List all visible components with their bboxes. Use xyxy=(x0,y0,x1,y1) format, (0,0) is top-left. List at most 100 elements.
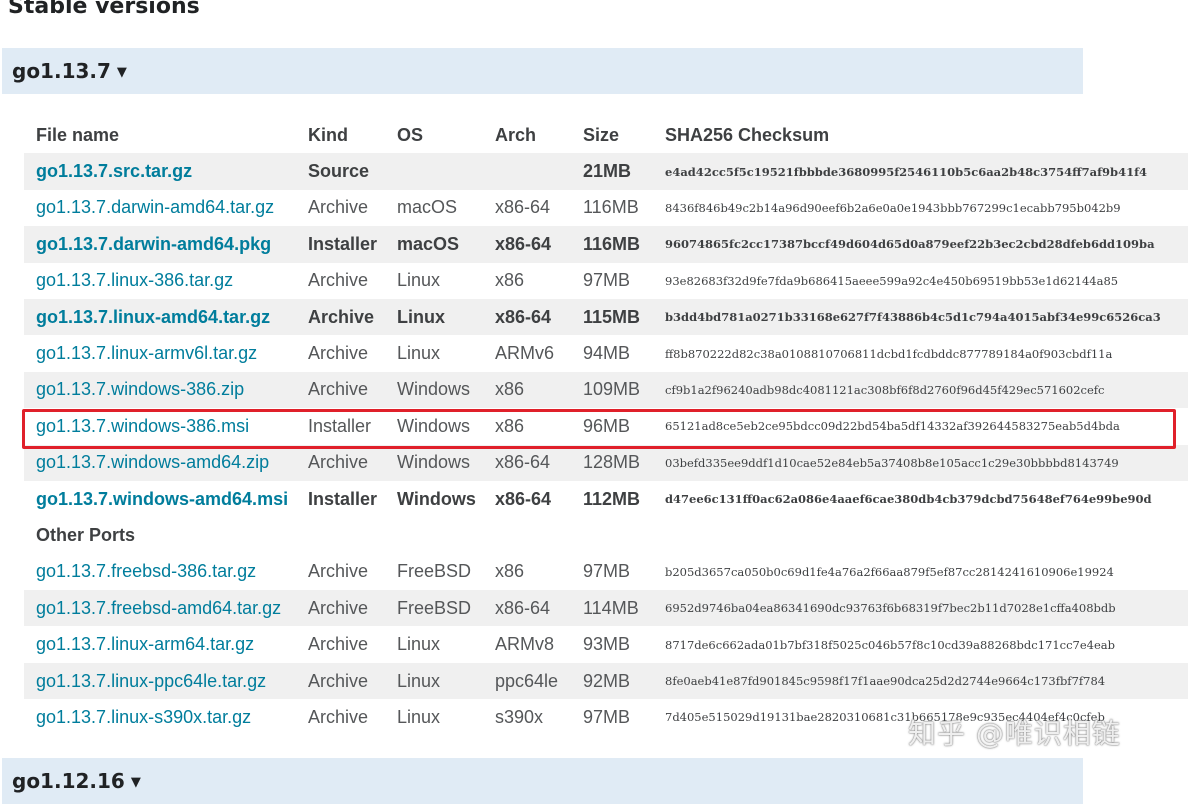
size-cell: 96MB xyxy=(583,415,631,436)
download-link[interactable]: go1.13.7.windows-386.msi xyxy=(36,416,249,436)
os-cell: Linux xyxy=(385,662,483,700)
os-cell: FreeBSD xyxy=(385,590,483,627)
os-cell: Linux xyxy=(397,343,441,364)
os-cell: macOS xyxy=(385,226,483,263)
download-link[interactable]: go1.13.7.linux-arm64.tar.gz xyxy=(36,634,254,654)
kind-cell: Archive xyxy=(296,662,385,700)
table-row: go1.13.7.windows-386.zip Archive Windows… xyxy=(24,371,1188,409)
version-header-go1-13-7[interactable]: go1.13.7 ▼ xyxy=(2,48,1083,94)
os-cell xyxy=(385,153,483,190)
os-cell: Windows xyxy=(385,371,483,409)
size-cell: 112MB xyxy=(583,488,641,509)
kind-cell: Archive xyxy=(308,561,369,582)
download-link[interactable]: go1.13.7.windows-amd64.zip xyxy=(36,452,269,472)
download-link[interactable]: go1.13.7.darwin-amd64.pkg xyxy=(36,234,271,254)
download-link[interactable]: go1.13.7.src.tar.gz xyxy=(36,161,192,181)
table-row: go1.13.7.linux-ppc64le.tar.gz Archive Li… xyxy=(24,662,1188,700)
kind-cell: Installer xyxy=(296,226,385,263)
checksum-cell: 6952d9746ba04ea86341690dc93763f6b68319f7… xyxy=(653,590,1188,627)
page-heading: Stable versions xyxy=(8,0,200,19)
col-file-name: File name xyxy=(36,124,120,145)
checksum-cell: 65121ad8ce5eb2ce95bdcc09d22bd54ba5df1433… xyxy=(665,419,1120,434)
col-arch: Arch xyxy=(495,124,537,145)
download-link[interactable]: go1.13.7.freebsd-amd64.tar.gz xyxy=(36,598,281,618)
table-row: go1.13.7.linux-armv6l.tar.gz Archive Lin… xyxy=(24,335,1188,371)
arch-cell: x86-64 xyxy=(483,298,571,336)
download-link[interactable]: go1.13.7.darwin-amd64.tar.gz xyxy=(36,197,274,217)
download-link[interactable]: go1.13.7.linux-386.tar.gz xyxy=(36,270,233,290)
arch-cell: x86 xyxy=(495,415,525,436)
download-link[interactable]: go1.13.7.linux-s390x.tar.gz xyxy=(36,707,251,727)
download-link[interactable]: go1.13.7.linux-ppc64le.tar.gz xyxy=(36,671,266,691)
table-row: go1.13.7.windows-386.msi Installer Windo… xyxy=(24,408,1188,444)
version-header-go1-12-16[interactable]: go1.12.16 ▼ xyxy=(2,758,1083,804)
size-cell: 116MB xyxy=(583,197,639,218)
size-cell: 114MB xyxy=(571,590,653,627)
checksum-cell: cf9b1a2f96240adb98dc4081121ac308bf6f8d27… xyxy=(653,371,1188,409)
download-link[interactable]: go1.13.7.windows-amd64.msi xyxy=(36,489,288,509)
kind-cell: Archive xyxy=(296,590,385,627)
col-os: OS xyxy=(397,124,424,145)
version-title: go1.12.16 xyxy=(12,769,125,793)
os-cell: macOS xyxy=(397,197,458,218)
other-ports-row: Other Ports xyxy=(24,517,1188,553)
download-link[interactable]: go1.13.7.linux-amd64.tar.gz xyxy=(36,307,270,327)
checksum-cell: 8436f846b49c2b14a96d90eef6b2a6e0a0e1943b… xyxy=(665,200,1121,215)
col-kind: Kind xyxy=(308,124,348,145)
size-cell: 21MB xyxy=(571,153,653,190)
arch-cell xyxy=(483,153,571,190)
download-link[interactable]: go1.13.7.windows-386.zip xyxy=(36,379,244,399)
kind-cell: Archive xyxy=(296,298,385,336)
table-row: go1.13.7.darwin-amd64.pkg Installer macO… xyxy=(24,226,1188,263)
table-row: go1.13.7.freebsd-386.tar.gz Archive Free… xyxy=(24,554,1188,590)
arch-cell: x86-64 xyxy=(495,197,551,218)
kind-cell: Archive xyxy=(308,706,369,727)
kind-cell: Archive xyxy=(308,634,369,655)
caret-down-icon: ▼ xyxy=(116,65,127,80)
size-cell: 109MB xyxy=(571,371,653,409)
os-cell: Linux xyxy=(397,270,441,291)
table-header-row: File name Kind OS Arch Size SHA256 Check… xyxy=(24,115,1188,153)
checksum-cell: d47ee6c131ff0ac62a086e4aaef6cae380db4cb3… xyxy=(665,492,1152,507)
checksum-cell: e4ad42cc5f5c19521fbbbde3680995f2546110b5… xyxy=(653,153,1188,190)
arch-cell: x86 xyxy=(483,371,571,409)
version-toggle[interactable]: go1.12.16 ▼ xyxy=(12,769,141,793)
os-cell: Windows xyxy=(397,415,471,436)
os-cell: Linux xyxy=(385,298,483,336)
arch-cell: x86-64 xyxy=(483,590,571,627)
os-cell: Windows xyxy=(385,444,483,481)
kind-cell: Archive xyxy=(296,444,385,481)
table-row: go1.13.7.linux-386.tar.gz Archive Linux … xyxy=(24,263,1188,299)
os-cell: Linux xyxy=(397,706,441,727)
kind-cell: Source xyxy=(296,153,385,190)
download-link[interactable]: go1.13.7.freebsd-386.tar.gz xyxy=(36,561,256,581)
arch-cell: x86 xyxy=(495,270,525,291)
arch-cell: ppc64le xyxy=(483,662,571,700)
version-toggle[interactable]: go1.13.7 ▼ xyxy=(12,59,127,83)
arch-cell: ARMv6 xyxy=(495,343,555,364)
size-cell: 92MB xyxy=(571,662,653,700)
table-row: go1.13.7.freebsd-amd64.tar.gz Archive Fr… xyxy=(24,590,1188,627)
checksum-cell: 96074865fc2cc17387bccf49d604d65d0a879eef… xyxy=(653,226,1188,263)
size-cell: 97MB xyxy=(583,706,631,727)
size-cell: 97MB xyxy=(583,270,631,291)
size-cell: 93MB xyxy=(583,634,631,655)
arch-cell: x86 xyxy=(495,561,525,582)
arch-cell: ARMv8 xyxy=(495,634,555,655)
checksum-cell: 8717de6c662ada01b7bf318f5025c046b57f8c10… xyxy=(665,637,1115,652)
table-row: go1.13.7.windows-amd64.zip Archive Windo… xyxy=(24,444,1188,481)
checksum-cell: 03befd335ee9ddf1d10cae52e84eb5a37408b8e1… xyxy=(653,444,1188,481)
checksum-cell: 93e82683f32d9fe7fda9b686415aeee599a92c4e… xyxy=(665,273,1119,288)
version-title: go1.13.7 xyxy=(12,59,111,83)
table-row: go1.13.7.windows-amd64.msi Installer Win… xyxy=(24,481,1188,517)
kind-cell: Archive xyxy=(308,197,369,218)
col-size: Size xyxy=(583,124,620,145)
checksum-cell: 8fe0aeb41e87fd901845c9598f17f1aae90dca25… xyxy=(653,662,1188,700)
kind-cell: Archive xyxy=(296,371,385,409)
arch-cell: x86-64 xyxy=(483,226,571,263)
checksum-cell: b3dd4bd781a0271b33168e627f7f43886b4c5d1c… xyxy=(653,298,1188,336)
table-row: go1.13.7.linux-arm64.tar.gz Archive Linu… xyxy=(24,626,1188,662)
checksum-cell: ff8b870222d82c38a0108810706811dcbd1fcdbd… xyxy=(665,346,1113,361)
download-link[interactable]: go1.13.7.linux-armv6l.tar.gz xyxy=(36,343,257,363)
size-cell: 116MB xyxy=(571,226,653,263)
